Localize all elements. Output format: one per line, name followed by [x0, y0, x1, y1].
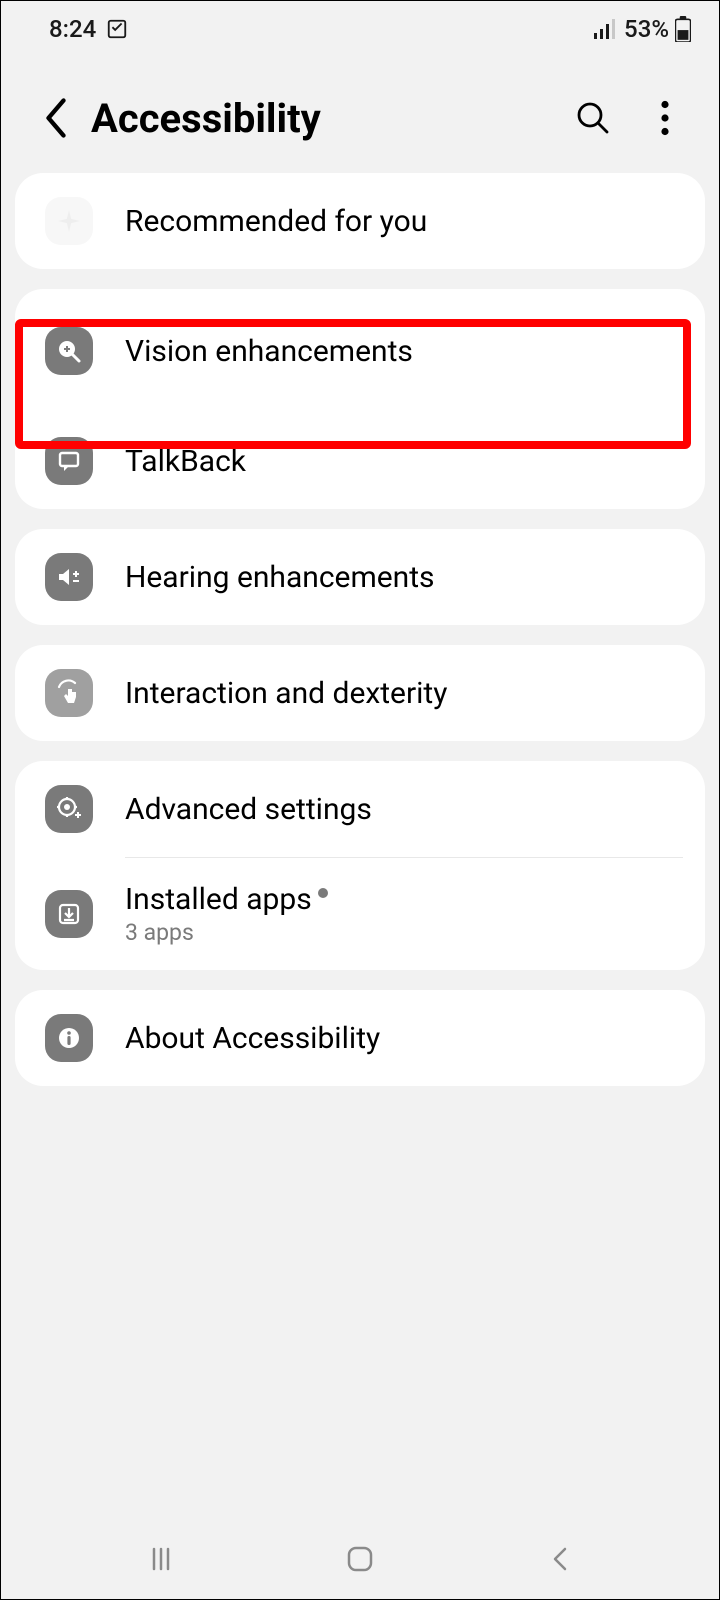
list-item-label: Installed apps — [125, 882, 312, 917]
search-icon — [575, 100, 611, 136]
search-button[interactable] — [569, 94, 617, 142]
volume-adjust-icon — [45, 553, 93, 601]
speech-bubble-icon — [45, 437, 93, 485]
list-item-label: About Accessibility — [125, 1021, 380, 1056]
nav-home-button[interactable] — [336, 1535, 384, 1583]
list-item-hearing-enhancements[interactable]: Hearing enhancements — [15, 529, 705, 625]
notification-icon — [106, 18, 128, 40]
system-nav-bar — [1, 1519, 719, 1599]
nav-back-button[interactable] — [535, 1535, 583, 1583]
list-item-interaction-dexterity[interactable]: Interaction and dexterity — [15, 645, 705, 741]
battery-text: 53% — [624, 15, 669, 43]
settings-group: Recommended for you — [15, 173, 705, 269]
back-button[interactable] — [31, 93, 81, 143]
list-item-label: Hearing enhancements — [125, 560, 435, 595]
battery-icon — [675, 16, 691, 42]
gear-plus-icon — [45, 785, 93, 833]
settings-group: Advanced settings Installed apps 3 apps — [15, 761, 705, 970]
touch-icon — [45, 669, 93, 717]
chevron-left-icon — [547, 1545, 571, 1573]
settings-group: About Accessibility — [15, 990, 705, 1086]
list-item-advanced-settings[interactable]: Advanced settings — [15, 761, 705, 857]
page-header: Accessibility — [1, 53, 719, 173]
status-bar: 8:24 53% — [1, 1, 719, 53]
list-item-about-accessibility[interactable]: About Accessibility — [15, 990, 705, 1086]
more-options-button[interactable] — [641, 94, 689, 142]
home-icon — [345, 1544, 375, 1574]
list-item-vision-enhancements[interactable]: Vision enhancements — [15, 289, 705, 413]
magnify-plus-icon — [45, 327, 93, 375]
list-item-talkback[interactable]: TalkBack — [15, 413, 705, 509]
recents-icon — [147, 1545, 175, 1573]
notification-dot-icon — [318, 888, 328, 898]
nav-recents-button[interactable] — [137, 1535, 185, 1583]
settings-group: Hearing enhancements — [15, 529, 705, 625]
page-title: Accessibility — [91, 95, 569, 142]
sparkle-icon — [45, 197, 93, 245]
list-item-label: Recommended for you — [125, 204, 427, 239]
list-item-installed-apps[interactable]: Installed apps 3 apps — [15, 858, 705, 970]
chevron-left-icon — [43, 98, 69, 138]
settings-group: Vision enhancements TalkBack — [15, 289, 705, 509]
info-icon — [45, 1014, 93, 1062]
more-vertical-icon — [660, 100, 670, 136]
list-item-label: Interaction and dexterity — [125, 676, 447, 711]
settings-group: Interaction and dexterity — [15, 645, 705, 741]
status-time: 8:24 — [49, 15, 96, 43]
list-item-label: Vision enhancements — [125, 334, 413, 369]
list-item-recommended[interactable]: Recommended for you — [15, 173, 705, 269]
download-icon — [45, 890, 93, 938]
list-item-label: Advanced settings — [125, 792, 372, 827]
list-item-label: TalkBack — [125, 444, 246, 479]
signal-icon — [594, 19, 618, 39]
list-item-subtitle: 3 apps — [125, 919, 328, 946]
